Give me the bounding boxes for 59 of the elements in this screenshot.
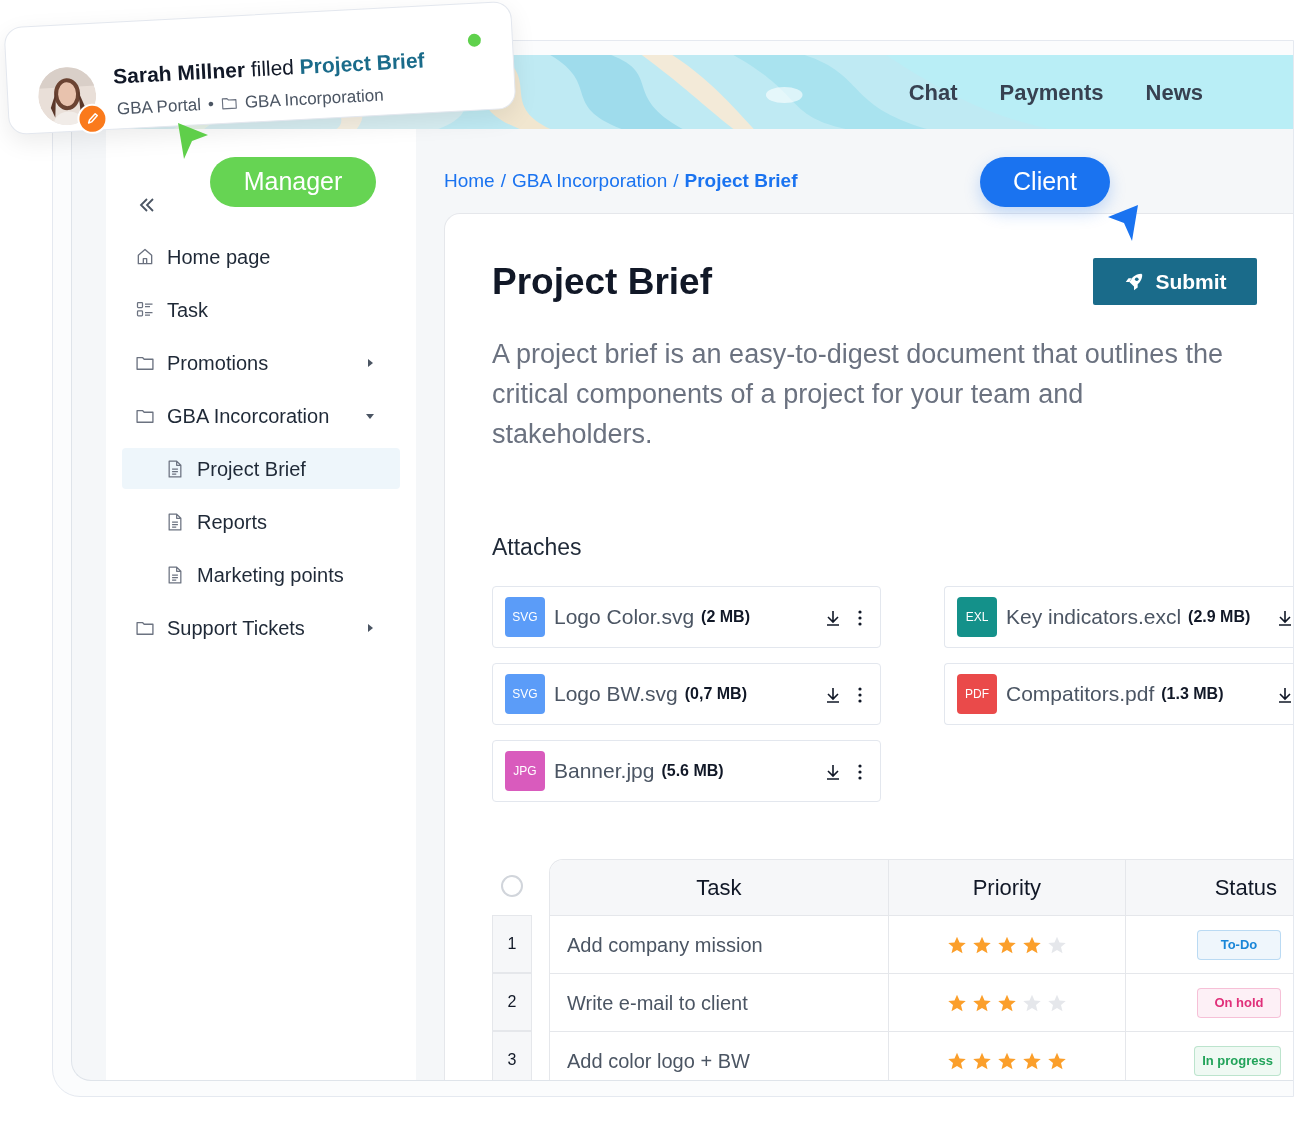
section-heading: Attaches (492, 532, 583, 562)
file-name: Logo BW.svg (554, 681, 678, 708)
table-cell: Write e-mail to client (550, 974, 889, 1031)
sidebar-item[interactable]: Reports (122, 501, 400, 542)
file-name: Key indicators.excl (1006, 604, 1182, 631)
sidebar-item[interactable]: Marketing points (122, 554, 400, 595)
table-cell: Add company mission (550, 916, 889, 973)
status-badge: In progress (1194, 1045, 1281, 1076)
more-icon (857, 687, 863, 703)
sidebar-item[interactable]: Promotions (122, 342, 400, 383)
file-type-badge: SVG (505, 674, 545, 714)
collapse-icon (138, 196, 156, 214)
status-badge: On hold (1197, 987, 1281, 1018)
page-title: Project Brief (492, 260, 712, 304)
more-icon (857, 610, 863, 626)
role-tag: Manager (210, 157, 376, 207)
file-type-badge: JPG (505, 751, 545, 791)
description-text: A project brief is an easy-to-digest document that outlines the critical components of a project for your team and stakeholders. (492, 337, 1224, 451)
breadcrumb-link[interactable]: Project Brief (684, 166, 798, 196)
submit-button[interactable]: Submit (1093, 258, 1257, 306)
column-header: Status (1213, 874, 1278, 902)
table-cell: Add color logo + BW (550, 1032, 889, 1080)
file-name: Logo Color.svg (554, 604, 695, 631)
download-icon (1278, 610, 1292, 626)
sidebar-item[interactable]: Support Tickets (122, 607, 400, 648)
sidebar-item[interactable]: Home page (122, 236, 400, 277)
breadcrumb-link[interactable]: GBA Incorporation (511, 166, 668, 196)
file-type-badge: SVG (505, 597, 545, 637)
file-size: (2 MB) (701, 607, 750, 627)
download-icon (826, 610, 840, 626)
file-size: (0,7 MB) (684, 684, 747, 704)
cursor-icon (1106, 203, 1140, 243)
sidebar-item[interactable]: Task (122, 289, 400, 330)
breadcrumb-separator: / (500, 168, 506, 193)
download-icon (1278, 687, 1292, 703)
role-tag: Client (980, 157, 1110, 207)
breadcrumb-separator: / (673, 168, 679, 193)
file-size: (2.9 MB) (1188, 607, 1251, 627)
cursor-icon (176, 121, 210, 161)
file-name: Compatitors.pdf (1006, 681, 1155, 708)
column-header: Task (550, 860, 889, 915)
status-badge: To-Do (1197, 929, 1281, 960)
file-size: (1.3 MB) (1161, 684, 1224, 704)
file-type-badge: PDF (957, 674, 997, 714)
select-all-checkbox[interactable] (501, 875, 523, 897)
file-name: Banner.jpg (554, 758, 655, 785)
column-header: Priority (888, 860, 1127, 915)
download-icon (826, 687, 840, 703)
home-icon (135, 246, 155, 267)
sidebar-item[interactable]: GBA Incorcoration (122, 395, 400, 436)
file-size: (5.6 MB) (661, 761, 724, 781)
sidebar-item[interactable]: Project Brief (122, 448, 400, 489)
breadcrumb-link[interactable]: Home (444, 166, 495, 196)
row-number: 1 (492, 915, 532, 973)
row-number: 2 (492, 973, 532, 1031)
row-number: 3 (492, 1031, 532, 1080)
more-icon (857, 764, 863, 780)
file-type-badge: EXL (957, 597, 997, 637)
download-icon (826, 764, 840, 780)
